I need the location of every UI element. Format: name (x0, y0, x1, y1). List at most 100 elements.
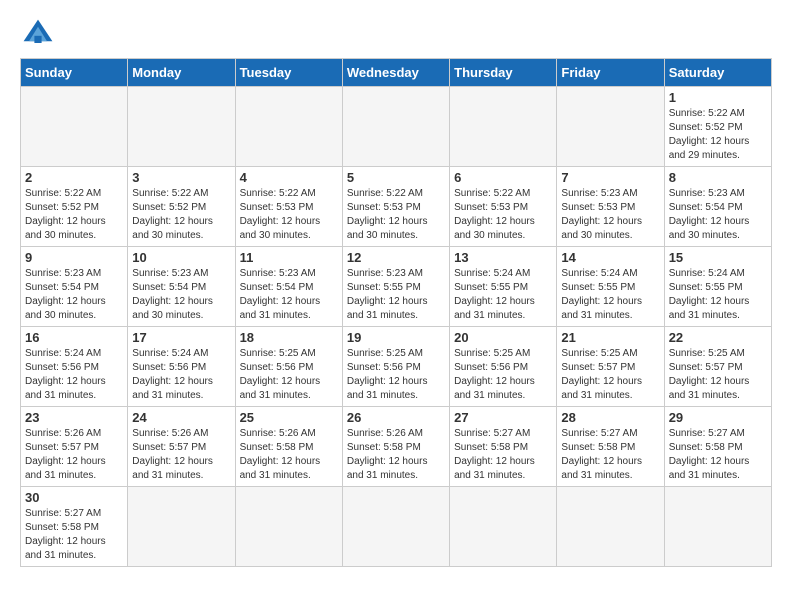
day-info: Sunrise: 5:25 AM Sunset: 5:56 PM Dayligh… (240, 347, 338, 403)
calendar-cell: 9 Sunrise: 5:23 AM Sunset: 5:54 PM Daylig… (21, 247, 128, 327)
day-number: 1 (669, 90, 767, 105)
day-info: Sunrise: 5:27 AM Sunset: 5:58 PM Dayligh… (669, 427, 767, 483)
week-row-3: 9 Sunrise: 5:23 AM Sunset: 5:54 PM Daylig… (21, 247, 772, 327)
calendar-cell: 25Sunrise: 5:26 AM Sunset: 5:58 PM Dayli… (235, 407, 342, 487)
day-number: 13 (454, 250, 552, 265)
calendar-cell: 11 Sunrise: 5:23 AM Sunset: 5:54 PM Dayli… (235, 247, 342, 327)
day-info: Sunrise: 5:27 AM Sunset: 5:58 PM Dayligh… (561, 427, 659, 483)
calendar-cell: 6 Sunrise: 5:22 AM Sunset: 5:53 PM Daylig… (450, 167, 557, 247)
day-info: Sunrise: 5:22 AM Sunset: 5:52 PM Dayligh… (25, 187, 123, 243)
day-number: 9 (25, 250, 123, 265)
calendar-cell: 4 Sunrise: 5:22 AM Sunset: 5:53 PM Daylig… (235, 167, 342, 247)
calendar-cell: 7 Sunrise: 5:23 AM Sunset: 5:53 PM Daylig… (557, 167, 664, 247)
calendar-cell: 2 Sunrise: 5:22 AM Sunset: 5:52 PM Daylig… (21, 167, 128, 247)
calendar-cell (128, 87, 235, 167)
day-info: Sunrise: 5:22 AM Sunset: 5:52 PM Dayligh… (132, 187, 230, 243)
header (20, 16, 772, 52)
day-info: Sunrise: 5:25 AM Sunset: 5:56 PM Dayligh… (454, 347, 552, 403)
day-number: 21 (561, 330, 659, 345)
day-number: 2 (25, 170, 123, 185)
calendar-cell: 1 Sunrise: 5:22 AM Sunset: 5:52 PM Daylig… (664, 87, 771, 167)
day-info: Sunrise: 5:23 AM Sunset: 5:54 PM Dayligh… (132, 267, 230, 323)
day-number: 7 (561, 170, 659, 185)
day-number: 10 (132, 250, 230, 265)
day-number: 8 (669, 170, 767, 185)
day-number: 26 (347, 410, 445, 425)
day-number: 12 (347, 250, 445, 265)
calendar-cell: 29 Sunrise: 5:27 AM Sunset: 5:58 PM Dayli… (664, 407, 771, 487)
logo (20, 16, 60, 52)
day-number: 23 (25, 410, 123, 425)
day-number: 28 (561, 410, 659, 425)
day-number: 14 (561, 250, 659, 265)
weekday-header-wednesday: Wednesday (342, 59, 449, 87)
day-info: Sunrise: 5:24 AM Sunset: 5:55 PM Dayligh… (561, 267, 659, 323)
day-number: 5 (347, 170, 445, 185)
day-number: 4 (240, 170, 338, 185)
weekday-header-friday: Friday (557, 59, 664, 87)
calendar-cell (235, 87, 342, 167)
day-number: 29 (669, 410, 767, 425)
calendar-cell: 16 Sunrise: 5:24 AM Sunset: 5:56 PM Dayli… (21, 327, 128, 407)
day-info: Sunrise: 5:24 AM Sunset: 5:56 PM Dayligh… (25, 347, 123, 403)
calendar-cell: 18 Sunrise: 5:25 AM Sunset: 5:56 PM Dayli… (235, 327, 342, 407)
day-info: Sunrise: 5:22 AM Sunset: 5:52 PM Dayligh… (669, 107, 767, 163)
calendar-cell: 22Sunrise: 5:25 AM Sunset: 5:57 PM Dayli… (664, 327, 771, 407)
calendar-cell: 8 Sunrise: 5:23 AM Sunset: 5:54 PM Daylig… (664, 167, 771, 247)
day-number: 19 (347, 330, 445, 345)
calendar-cell: 21 Sunrise: 5:25 AM Sunset: 5:57 PM Dayli… (557, 327, 664, 407)
day-info: Sunrise: 5:23 AM Sunset: 5:54 PM Dayligh… (669, 187, 767, 243)
calendar-page: SundayMondayTuesdayWednesdayThursdayFrid… (0, 0, 792, 587)
weekday-header-monday: Monday (128, 59, 235, 87)
day-info: Sunrise: 5:23 AM Sunset: 5:54 PM Dayligh… (25, 267, 123, 323)
calendar-cell: 20Sunrise: 5:25 AM Sunset: 5:56 PM Dayli… (450, 327, 557, 407)
calendar-cell: 28 Sunrise: 5:27 AM Sunset: 5:58 PM Dayli… (557, 407, 664, 487)
day-info: Sunrise: 5:23 AM Sunset: 5:54 PM Dayligh… (240, 267, 338, 323)
calendar-cell: 5 Sunrise: 5:22 AM Sunset: 5:53 PM Daylig… (342, 167, 449, 247)
day-info: Sunrise: 5:22 AM Sunset: 5:53 PM Dayligh… (347, 187, 445, 243)
day-info: Sunrise: 5:24 AM Sunset: 5:55 PM Dayligh… (454, 267, 552, 323)
calendar-cell (557, 87, 664, 167)
calendar-cell: 23 Sunrise: 5:26 AM Sunset: 5:57 PM Dayli… (21, 407, 128, 487)
week-row-4: 16 Sunrise: 5:24 AM Sunset: 5:56 PM Dayli… (21, 327, 772, 407)
day-number: 3 (132, 170, 230, 185)
day-info: Sunrise: 5:22 AM Sunset: 5:53 PM Dayligh… (240, 187, 338, 243)
calendar-cell (450, 87, 557, 167)
day-info: Sunrise: 5:25 AM Sunset: 5:56 PM Dayligh… (347, 347, 445, 403)
day-number: 27 (454, 410, 552, 425)
calendar-cell: 30 Sunrise: 5:27 AM Sunset: 5:58 PM Dayli… (21, 487, 128, 567)
weekday-header-saturday: Saturday (664, 59, 771, 87)
day-info: Sunrise: 5:24 AM Sunset: 5:55 PM Dayligh… (669, 267, 767, 323)
calendar-cell (235, 487, 342, 567)
day-info: Sunrise: 5:25 AM Sunset: 5:57 PM Dayligh… (561, 347, 659, 403)
day-info: Sunrise: 5:23 AM Sunset: 5:53 PM Dayligh… (561, 187, 659, 243)
day-number: 17 (132, 330, 230, 345)
calendar-cell: 13 Sunrise: 5:24 AM Sunset: 5:55 PM Dayli… (450, 247, 557, 327)
calendar-cell: 24 Sunrise: 5:26 AM Sunset: 5:57 PM Dayli… (128, 407, 235, 487)
day-number: 15 (669, 250, 767, 265)
calendar-cell: 26Sunrise: 5:26 AM Sunset: 5:58 PM Dayli… (342, 407, 449, 487)
day-info: Sunrise: 5:27 AM Sunset: 5:58 PM Dayligh… (25, 507, 123, 563)
calendar-cell: 27 Sunrise: 5:27 AM Sunset: 5:58 PM Dayli… (450, 407, 557, 487)
day-number: 18 (240, 330, 338, 345)
week-row-5: 23 Sunrise: 5:26 AM Sunset: 5:57 PM Dayli… (21, 407, 772, 487)
calendar-cell (21, 87, 128, 167)
calendar-cell: 19 Sunrise: 5:25 AM Sunset: 5:56 PM Dayli… (342, 327, 449, 407)
day-number: 16 (25, 330, 123, 345)
weekday-header-row: SundayMondayTuesdayWednesdayThursdayFrid… (21, 59, 772, 87)
day-number: 24 (132, 410, 230, 425)
day-number: 11 (240, 250, 338, 265)
day-number: 30 (25, 490, 123, 505)
day-info: Sunrise: 5:27 AM Sunset: 5:58 PM Dayligh… (454, 427, 552, 483)
calendar-cell: 10 Sunrise: 5:23 AM Sunset: 5:54 PM Dayli… (128, 247, 235, 327)
day-info: Sunrise: 5:24 AM Sunset: 5:56 PM Dayligh… (132, 347, 230, 403)
day-info: Sunrise: 5:22 AM Sunset: 5:53 PM Dayligh… (454, 187, 552, 243)
day-info: Sunrise: 5:26 AM Sunset: 5:57 PM Dayligh… (132, 427, 230, 483)
calendar-cell (664, 487, 771, 567)
weekday-header-thursday: Thursday (450, 59, 557, 87)
day-info: Sunrise: 5:23 AM Sunset: 5:55 PM Dayligh… (347, 267, 445, 323)
day-number: 22 (669, 330, 767, 345)
calendar-cell (128, 487, 235, 567)
day-info: Sunrise: 5:26 AM Sunset: 5:57 PM Dayligh… (25, 427, 123, 483)
day-number: 6 (454, 170, 552, 185)
